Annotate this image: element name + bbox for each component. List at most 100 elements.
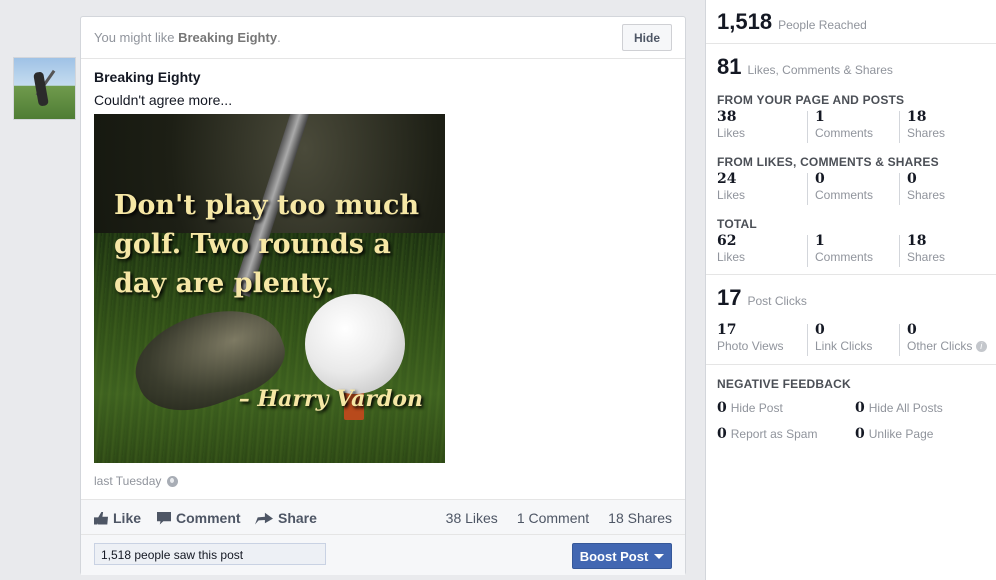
stat-comments: 1 Comments: [815, 233, 873, 264]
boost-post-button[interactable]: Boost Post: [572, 543, 672, 569]
post-card: You might like Breaking Eighty. Hide Bre…: [80, 16, 686, 575]
page-name-link[interactable]: Breaking Eighty: [94, 69, 201, 85]
clicks-section: 17 Post Clicks 17 Photo Views 0 Link Clicks…: [706, 274, 996, 365]
stat-link-clicks: 0 Link Clicks: [815, 322, 872, 353]
share-label: Share: [278, 510, 317, 526]
stat-value: 1: [815, 109, 825, 125]
stat-likes: 24 Likes: [717, 171, 745, 202]
neg-label: Hide All Posts: [868, 401, 943, 415]
globe-icon: [167, 475, 179, 487]
likes-count-link[interactable]: 38 Likes: [446, 510, 498, 526]
neg-hide-post: 0 Hide Post: [717, 400, 783, 416]
divider: [899, 111, 900, 143]
stat-label: Shares: [907, 126, 946, 140]
stat-value: 62: [717, 233, 737, 249]
stat-shares: 0 Shares: [907, 171, 945, 202]
caret-down-icon: [654, 553, 665, 559]
engagement-section: 81 Likes, Comments & Shares FROM YOUR PAG…: [706, 43, 996, 275]
people-reached-value: 1,518: [717, 9, 773, 34]
insights-panel: 1,518 People Reached 81 Likes, Comments & …: [705, 0, 996, 580]
share-icon: [255, 512, 273, 525]
engagement-label: Likes, Comments & Shares: [747, 63, 893, 77]
divider: [807, 111, 808, 143]
comment-button[interactable]: Comment: [157, 510, 241, 526]
reach-summary[interactable]: 1,518 people saw this post: [94, 543, 326, 565]
thumbs-up-icon: [94, 511, 108, 525]
stat-value: 24: [717, 171, 737, 187]
post-clicks-value: 17: [717, 285, 742, 310]
like-label: Like: [113, 510, 142, 526]
post-text: Couldn't agree more...: [94, 92, 233, 108]
timestamp-text: last Tuesday: [94, 474, 162, 488]
stat-label: Link Clicks: [815, 339, 873, 353]
stat-photo-views: 17 Photo Views: [717, 322, 784, 353]
neg-label: Report as Spam: [730, 427, 818, 441]
divider: [807, 173, 808, 205]
suggestion-page-link[interactable]: Breaking Eighty: [178, 30, 277, 45]
stat-label: Likes: [717, 188, 746, 202]
neg-value: 0: [717, 426, 727, 442]
stat-value: 0: [907, 171, 917, 187]
engagement-counts: 38 Likes 1 Comment 18 Shares: [446, 510, 672, 526]
stat-value: 1: [815, 233, 825, 249]
stat-other-clicks: 0 Other Clicks i: [907, 322, 987, 353]
image-quote: Don't play too much golf. Two rounds a d…: [114, 190, 420, 299]
neg-value: 0: [855, 426, 865, 442]
stat-label: Other Clicks i: [907, 339, 987, 353]
neg-value: 0: [717, 400, 727, 416]
neg-unlike: 0 Unlike Page: [855, 426, 933, 442]
group-title: FROM YOUR PAGE AND POSTS: [717, 93, 905, 107]
stat-label: Shares: [907, 250, 946, 264]
other-clicks-label: Other Clicks: [907, 339, 973, 353]
post-clicks: 17 Post Clicks: [717, 285, 807, 311]
neg-label: Hide Post: [730, 401, 783, 415]
stat-value: 18: [907, 233, 927, 249]
page-avatar[interactable]: [13, 57, 76, 120]
suggestion-suffix: .: [277, 30, 281, 45]
suggestion-bar: You might like Breaking Eighty. Hide: [81, 17, 685, 59]
comment-label: Comment: [176, 510, 241, 526]
group-title: TOTAL: [717, 217, 757, 231]
suggestion-prefix: You might like: [94, 30, 175, 45]
post-timestamp[interactable]: last Tuesday: [94, 474, 179, 488]
divider: [899, 324, 900, 356]
engagement-total: 81 Likes, Comments & Shares: [717, 54, 893, 80]
stat-shares: 18 Shares: [907, 233, 945, 264]
stat-value: 0: [907, 322, 917, 338]
stat-comments: 0 Comments: [815, 171, 873, 202]
group-title: FROM LIKES, COMMENTS & SHARES: [717, 155, 939, 169]
like-button[interactable]: Like: [94, 510, 141, 526]
hide-button[interactable]: Hide: [622, 24, 672, 51]
share-button[interactable]: Share: [255, 510, 317, 526]
divider: [807, 235, 808, 267]
negative-feedback-title: NEGATIVE FEEDBACK: [717, 377, 851, 391]
neg-spam: 0 Report as Spam: [717, 426, 817, 442]
people-reached: 1,518 People Reached: [717, 9, 867, 35]
image-author: – Harry Vardon: [238, 386, 423, 412]
neg-label: Unlike Page: [868, 427, 934, 441]
stat-value: 38: [717, 109, 737, 125]
stat-label: Comments: [815, 126, 874, 140]
comments-count-link[interactable]: 1 Comment: [517, 510, 589, 526]
shares-count-link[interactable]: 18 Shares: [608, 510, 672, 526]
stat-shares: 18 Shares: [907, 109, 945, 140]
stat-label: Likes: [717, 250, 746, 264]
post-clicks-label: Post Clicks: [747, 294, 807, 308]
neg-hide-all: 0 Hide All Posts: [855, 400, 943, 416]
engagement-value: 81: [717, 54, 742, 79]
negative-feedback-section: NEGATIVE FEEDBACK 0 Hide Post 0 Hide All P…: [706, 364, 996, 458]
action-bar: Like Comment Share 38 Likes 1 Comment 18…: [81, 499, 685, 535]
stat-value: 0: [815, 171, 825, 187]
divider: [899, 235, 900, 267]
stat-comments: 1 Comments: [815, 109, 873, 140]
stat-label: Comments: [815, 188, 874, 202]
stat-value: 17: [717, 322, 737, 338]
info-icon[interactable]: i: [975, 341, 987, 353]
stat-label: Photo Views: [717, 339, 784, 353]
comment-icon: [157, 511, 171, 525]
post-photo[interactable]: Don't play too much golf. Two rounds a d…: [94, 114, 445, 463]
divider: [899, 173, 900, 205]
golf-ball: [305, 294, 405, 394]
stat-value: 0: [815, 322, 825, 338]
stat-likes: 62 Likes: [717, 233, 745, 264]
